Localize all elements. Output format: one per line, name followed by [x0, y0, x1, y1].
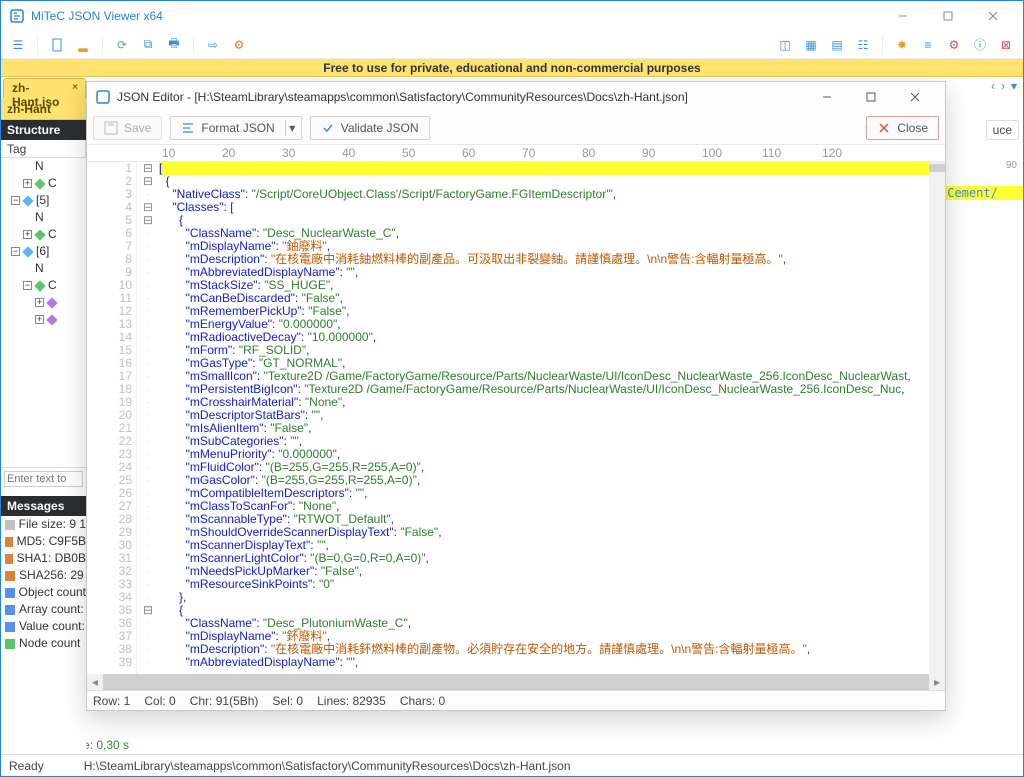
tree-row[interactable]: −C — [1, 277, 86, 294]
minimize-button[interactable] — [880, 2, 925, 30]
code-area[interactable]: [ { "NativeClass": "/Script/CoreUObject.… — [159, 162, 945, 674]
line-gutter: 1234567891011121314151617181920212223242… — [87, 162, 137, 674]
new-icon[interactable] — [46, 34, 68, 56]
col-tag: Tag — [1, 140, 86, 157]
app-icon — [9, 8, 25, 24]
exit-icon[interactable]: ⊠ — [995, 34, 1017, 56]
message-item: Value count: — [1, 618, 86, 635]
message-item: SHA1: DB0B — [1, 550, 86, 567]
main-toolbar: ☰ ▂ ⟳ ⧉ 🖶 ⇨ ⚙ ◫ ▦ ▤ ☷ ✸ ≡ ⚙ ⓘ ⊠ — [1, 31, 1023, 59]
main-window: MiTeC JSON Viewer x64 ☰ ▂ ⟳ ⧉ 🖶 ⇨ ⚙ ◫ ▦ … — [0, 0, 1024, 777]
editor-toolbar: Save Format JSON ▾ Validate JSON Close — [87, 112, 945, 140]
validate-icon — [321, 121, 335, 135]
message-item: SHA256: 29 — [1, 567, 86, 584]
uce-button[interactable]: uce — [986, 120, 1019, 140]
status-ready: Ready — [9, 759, 44, 773]
grid-icon[interactable]: ▦ — [800, 34, 822, 56]
status-lines: Lines: 82935 — [317, 694, 386, 708]
tree-row[interactable]: −[6] — [1, 243, 86, 260]
parsing-time: Parsing time: 0,30 s — [1, 736, 1023, 754]
star-icon[interactable]: ✸ — [891, 34, 913, 56]
status-sel: Sel: 0 — [272, 694, 303, 708]
editor-titlebar[interactable]: JSON Editor - [H:\SteamLibrary\steamapps… — [87, 82, 945, 112]
status-path: H:\SteamLibrary\steamapps\common\Satisfa… — [84, 759, 571, 773]
message-item: Array count: — [1, 601, 86, 618]
refresh-icon[interactable]: ⟳ — [111, 34, 133, 56]
editor-close-button[interactable] — [893, 83, 937, 111]
app-title: MiTeC JSON Viewer x64 — [31, 9, 163, 23]
vertical-scrollbar[interactable] — [929, 162, 945, 674]
settings-icon[interactable]: ≡ — [917, 34, 939, 56]
status-chars: Chars: 0 — [400, 694, 445, 708]
print-icon[interactable]: 🖶 — [163, 34, 185, 56]
maximize-button[interactable] — [925, 2, 970, 30]
editor-minimize-button[interactable] — [805, 83, 849, 111]
validate-json-button[interactable]: Validate JSON — [310, 116, 430, 140]
tree-row[interactable]: N — [1, 158, 86, 175]
ruler-tick: 90 — [1006, 160, 1017, 171]
file-tab-label: zh-Hant.jso — [12, 81, 59, 109]
format-icon — [181, 121, 195, 135]
window-icon[interactable]: ◫ — [774, 34, 796, 56]
fold-gutter[interactable]: ⊟⊟·⊟⊟·····························⊟···· — [137, 162, 159, 674]
menu-icon[interactable]: ☰ — [7, 34, 29, 56]
chevron-down-icon[interactable]: ▾ — [285, 120, 299, 136]
highlighted-path: /Cement/ — [938, 186, 1023, 200]
messages-header: Messages — [1, 496, 86, 516]
open-icon[interactable]: ▂ — [72, 34, 94, 56]
structure-tree[interactable]: N+C−[5]N+C−[6]N−C++ — [1, 158, 86, 468]
copy-icon[interactable]: ⧉ — [137, 34, 159, 56]
editor-statusbar: Row: 1 Col: 0 Chr: 91(5Bh) Sel: 0 Lines:… — [87, 690, 945, 710]
tab-next-icon[interactable]: › — [1001, 79, 1005, 96]
messages-list: File size: 9 1MD5: C9F5BSHA1: DB0BSHA256… — [1, 516, 86, 652]
tree-row[interactable]: + — [1, 294, 86, 311]
status-col: Col: 0 — [144, 694, 175, 708]
file-tab[interactable]: zh-Hant.jso × — [3, 78, 86, 98]
left-panel: zh-Hant.jso × zh-Hant Structure Tag N+C−… — [1, 77, 86, 754]
message-item: Object count — [1, 584, 86, 601]
structure-header: Structure — [1, 120, 86, 140]
tab-menu-icon[interactable]: ▾ — [1011, 79, 1017, 96]
free-banner: Free to use for private, educational and… — [1, 59, 1023, 77]
editor-window: JSON Editor - [H:\SteamLibrary\steamapps… — [86, 81, 946, 711]
tree-icon[interactable]: ☷ — [852, 34, 874, 56]
close-editor-button[interactable]: Close — [866, 116, 939, 140]
tree-row[interactable]: −[5] — [1, 192, 86, 209]
tree-row[interactable]: + — [1, 311, 86, 328]
format-json-button[interactable]: Format JSON ▾ — [170, 116, 301, 140]
tree-row[interactable]: N — [1, 209, 86, 226]
close-icon[interactable]: × — [69, 82, 81, 94]
info-icon[interactable]: ⓘ — [969, 34, 991, 56]
message-item: File size: 9 1 — [1, 516, 86, 533]
status-chr: Chr: 91(5Bh) — [190, 694, 259, 708]
save-icon — [104, 121, 118, 135]
layout-icon[interactable]: ▤ — [826, 34, 848, 56]
close-icon — [877, 121, 891, 135]
gear-icon[interactable]: ⚙ — [943, 34, 965, 56]
status-row: Row: 1 — [93, 694, 130, 708]
export-icon[interactable]: ⇨ — [202, 34, 224, 56]
main-titlebar[interactable]: MiTeC JSON Viewer x64 — [1, 1, 1023, 31]
filter-input[interactable] — [4, 471, 83, 487]
right-strip: ‹ › ▾ uce 90 /Cement/ — [938, 77, 1023, 200]
save-button[interactable]: Save — [93, 116, 162, 140]
editor-title: JSON Editor - [H:\SteamLibrary\steamapps… — [117, 90, 688, 104]
close-button[interactable] — [970, 2, 1015, 30]
horizontal-scrollbar[interactable]: ◂▸ — [87, 674, 945, 690]
main-statusbar: Ready H:\SteamLibrary\steamapps\common\S… — [1, 754, 1023, 776]
tool-icon[interactable]: ⚙ — [228, 34, 250, 56]
tree-row[interactable]: N — [1, 260, 86, 277]
tab-prev-icon[interactable]: ‹ — [991, 79, 995, 96]
tree-row[interactable]: +C — [1, 175, 86, 192]
editor-maximize-button[interactable] — [849, 83, 893, 111]
editor-ruler: 102030405060708090100110120 — [87, 144, 945, 162]
message-item: Node count — [1, 635, 86, 652]
tree-row[interactable]: +C — [1, 226, 86, 243]
editor-icon — [95, 89, 111, 105]
message-item: MD5: C9F5B — [1, 533, 86, 550]
